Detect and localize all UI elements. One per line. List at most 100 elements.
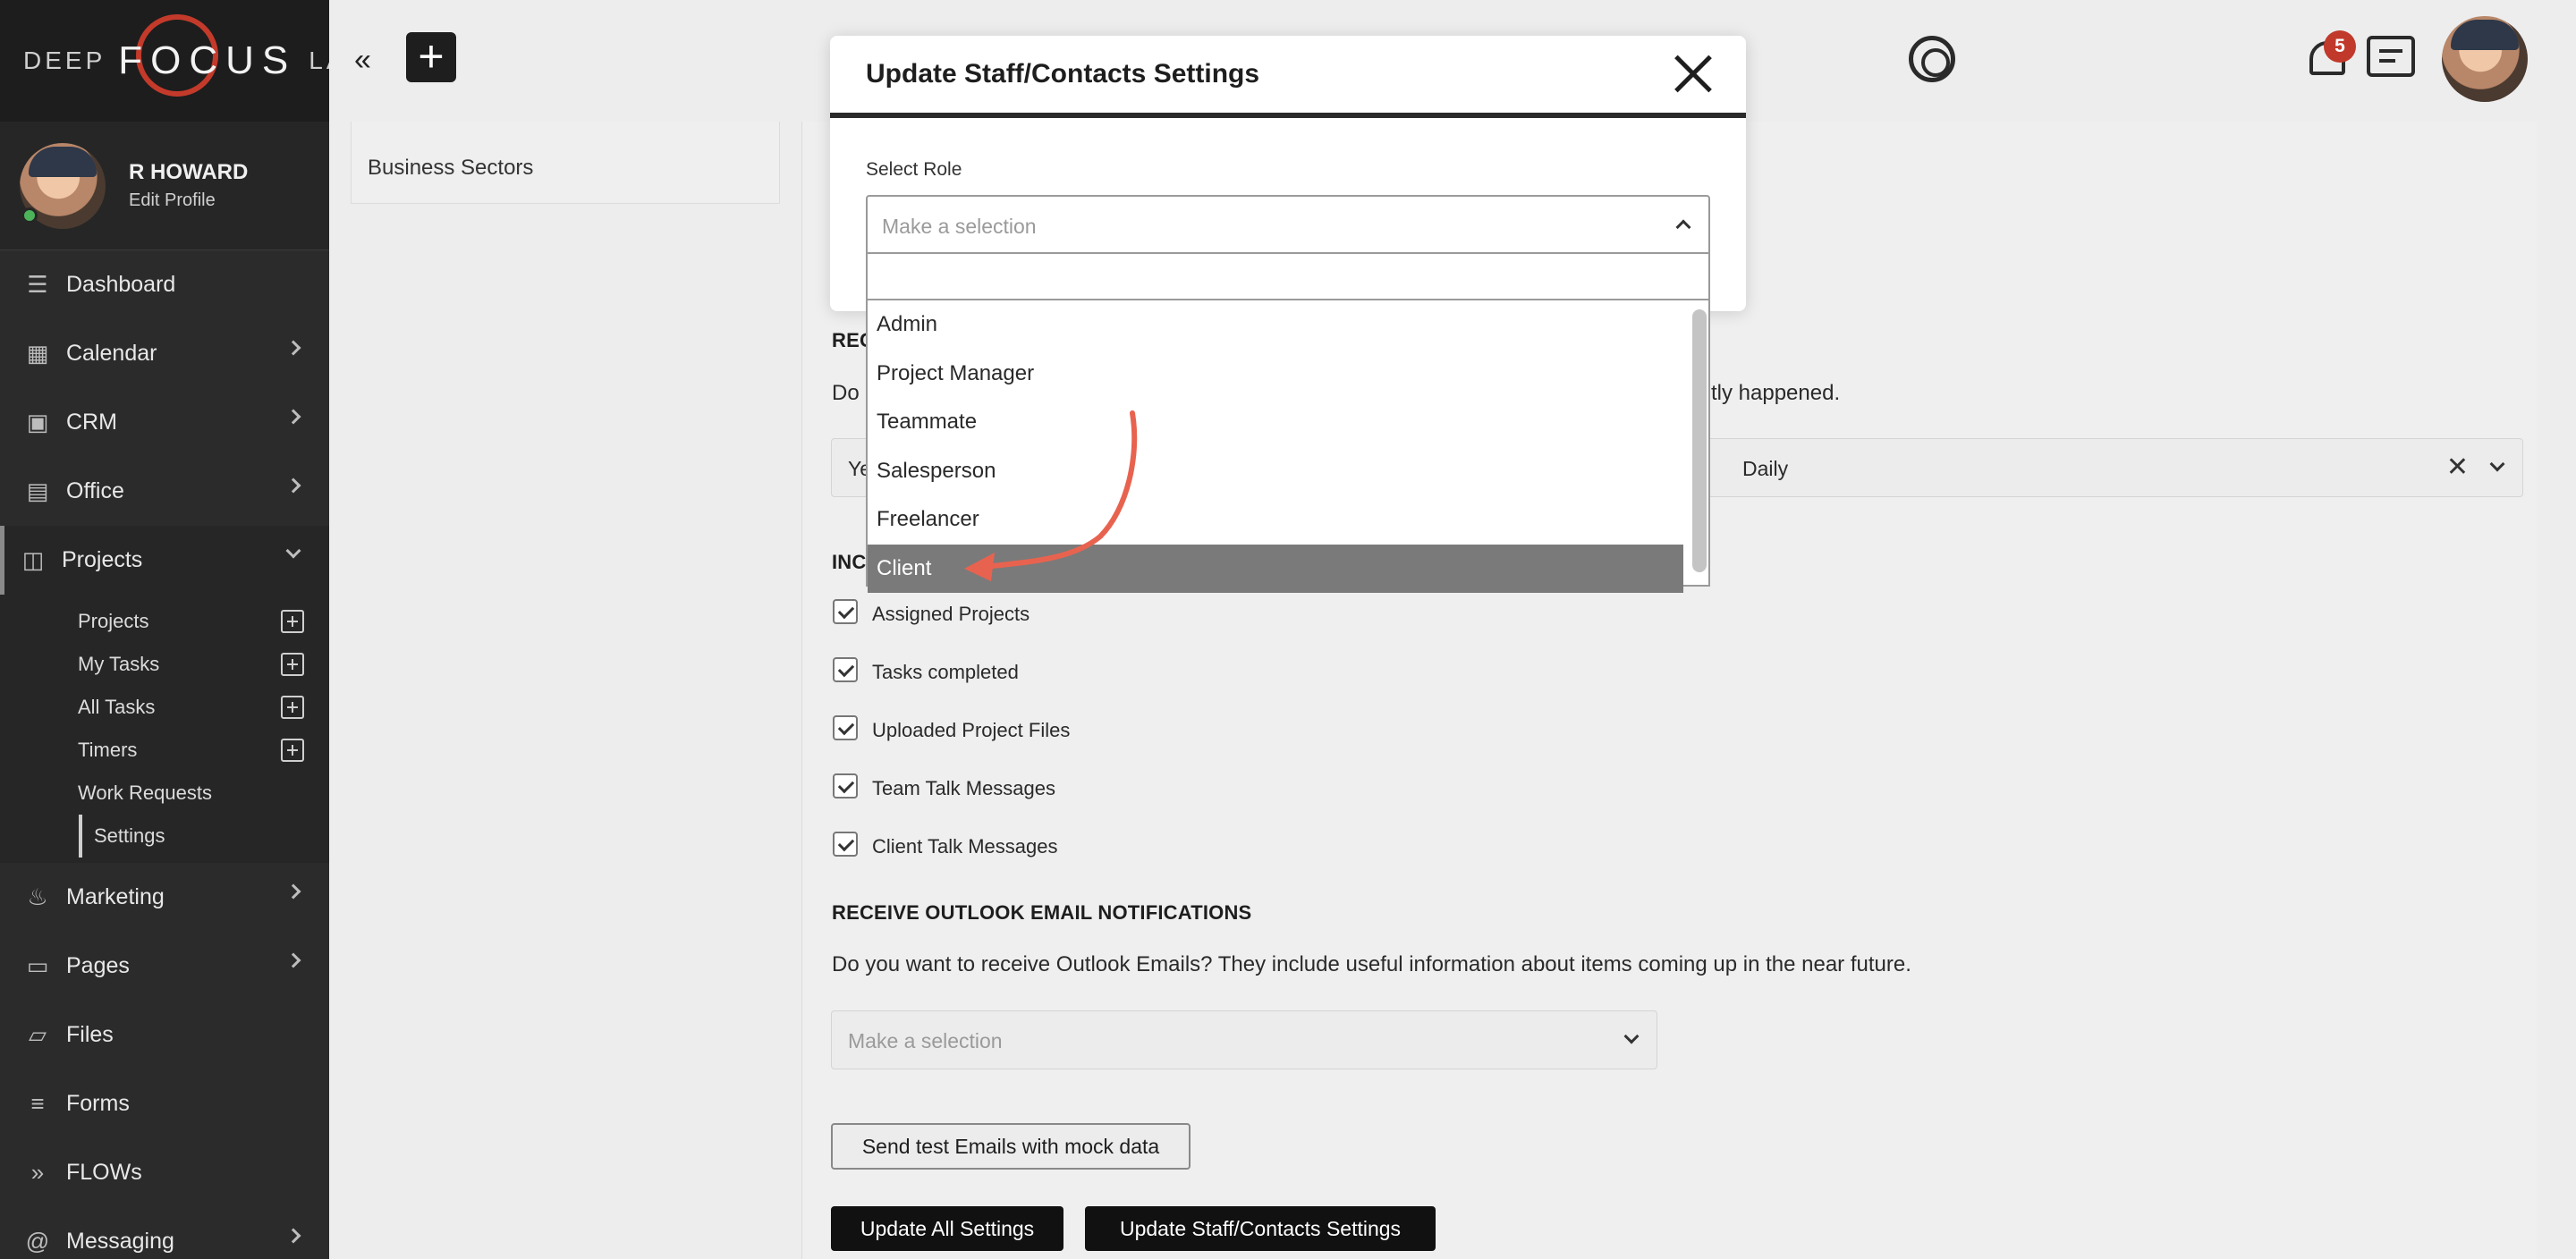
sub-item-label: Work Requests <box>78 782 212 804</box>
sub-item-label: My Tasks <box>78 653 160 675</box>
section-desc-end: tly happened. <box>1711 381 1841 405</box>
nav-label: Pages <box>66 953 130 978</box>
brand-logo[interactable]: DEEP FOCUS LABS <box>0 0 384 122</box>
nav-projects[interactable]: ◫ Projects <box>0 526 329 595</box>
sub-item-label: Timers <box>78 739 138 761</box>
checkbox-client-talk[interactable] <box>833 832 858 857</box>
messages-icon[interactable] <box>2367 36 2415 77</box>
modal-header: Update Staff/Contacts Settings <box>830 36 1746 118</box>
logo-text-deep: DEEP <box>23 46 106 74</box>
sub-item-label: All Tasks <box>78 696 156 718</box>
role-field-label: Select Role <box>866 159 962 180</box>
role-option-teammate[interactable]: Teammate <box>868 398 1683 447</box>
folder-icon: ▱ <box>29 1021 47 1048</box>
add-project-icon[interactable] <box>281 610 304 633</box>
role-option-project-manager[interactable]: Project Manager <box>868 350 1683 399</box>
projects-submenu: Projects My Tasks All Tasks Timers Work … <box>0 595 329 863</box>
profile-name: R HOWARD <box>129 160 249 184</box>
user-avatar-menu[interactable] <box>2442 16 2528 102</box>
profile-block: R HOWARD Edit Profile <box>0 122 329 250</box>
nav-forms[interactable]: ≡ Forms <box>0 1069 329 1138</box>
role-option-salesperson[interactable]: Salesperson <box>868 447 1683 496</box>
checkbox-tasks-completed[interactable] <box>833 657 858 682</box>
nav-crm[interactable]: ▣ CRM <box>0 388 329 457</box>
avatar[interactable] <box>20 142 106 229</box>
online-status-dot <box>21 207 38 224</box>
nav-files[interactable]: ▱ Files <box>0 1001 329 1069</box>
nav-office[interactable]: ▤ Office <box>0 457 329 526</box>
checkbox-team-talk[interactable] <box>833 773 858 798</box>
chevron-right-icon <box>285 883 301 900</box>
nav-label: Marketing <box>66 884 165 909</box>
nav-calendar[interactable]: ▦ Calendar <box>0 319 329 388</box>
section-desc-start: Do <box>832 381 860 405</box>
nav-label: Forms <box>66 1091 130 1116</box>
add-task-icon[interactable] <box>281 696 304 719</box>
update-staff-settings-button[interactable]: Update Staff/Contacts Settings <box>1085 1206 1436 1251</box>
role-option-client[interactable]: Client <box>868 544 1683 593</box>
role-dropdown: Admin Project Manager Teammate Salespers… <box>866 254 1710 593</box>
update-all-settings-button[interactable]: Update All Settings <box>831 1206 1063 1251</box>
menu-lines-icon: ☰ <box>27 271 48 298</box>
role-select[interactable]: Make a selection <box>866 195 1710 254</box>
clear-selection-icon[interactable]: ✕ <box>2446 452 2469 483</box>
settings-nav-panel: Business Sectors <box>351 122 780 204</box>
office-building-icon: ▤ <box>26 477 49 504</box>
nav-label: Projects <box>62 547 143 572</box>
sub-item-work-requests[interactable]: Work Requests <box>0 772 329 815</box>
sub-item-my-tasks[interactable]: My Tasks <box>0 643 329 686</box>
role-search-input[interactable] <box>868 254 1708 300</box>
flows-chevrons-icon: » <box>30 1159 45 1186</box>
sub-item-settings[interactable]: Settings <box>0 815 329 858</box>
sub-item-projects[interactable]: Projects <box>0 600 329 643</box>
chevron-right-icon <box>285 409 301 425</box>
role-option-freelancer[interactable]: Freelancer <box>868 495 1683 545</box>
nav-messaging[interactable]: @ Messaging <box>0 1207 329 1259</box>
notification-badge: 5 <box>2324 30 2356 63</box>
settings-nav-business-sectors[interactable]: Business Sectors <box>368 156 533 181</box>
projects-board-icon: ◫ <box>21 546 45 573</box>
chevron-down-icon <box>285 543 301 559</box>
nav-label: FLOWs <box>66 1160 142 1185</box>
chevron-right-icon <box>285 952 301 968</box>
role-option-admin[interactable]: Admin <box>868 300 1683 350</box>
nav-label: Calendar <box>66 341 157 366</box>
quick-add-button[interactable]: + <box>406 32 456 82</box>
chevron-right-icon <box>285 477 301 494</box>
add-timer-icon[interactable] <box>281 739 304 762</box>
nav-pages[interactable]: ▭ Pages <box>0 932 329 1001</box>
frequency-select-value: Daily <box>1742 457 1789 480</box>
sidebar: DEEP FOCUS LABS R HOWARD Edit Profile ☰ … <box>0 0 384 1259</box>
flame-icon: ♨ <box>27 883 48 910</box>
at-sign-icon: @ <box>25 1228 50 1255</box>
nav-label: Dashboard <box>66 272 176 297</box>
send-test-emails-button[interactable]: Send test Emails with mock data <box>831 1123 1191 1170</box>
add-my-task-icon[interactable] <box>281 653 304 676</box>
sub-item-label: Settings <box>94 824 165 847</box>
outlook-select-placeholder: Make a selection <box>848 1029 1003 1052</box>
modal-title: Update Staff/Contacts Settings <box>866 59 1260 89</box>
nav-marketing[interactable]: ♨ Marketing <box>0 863 329 932</box>
sub-item-timers[interactable]: Timers <box>0 729 329 772</box>
checkbox-label: Team Talk Messages <box>872 777 1056 799</box>
checkbox-assigned-projects[interactable] <box>833 599 858 624</box>
contact-card-icon: ▣ <box>26 409 49 435</box>
pages-icon: ▭ <box>26 952 49 979</box>
nav-dashboard[interactable]: ☰ Dashboard <box>0 250 329 319</box>
dropdown-scrollbar[interactable] <box>1692 309 1707 572</box>
sub-item-all-tasks[interactable]: All Tasks <box>0 686 329 729</box>
section-heading-partial: INC <box>832 551 867 573</box>
nav-flows[interactable]: » FLOWs <box>0 1138 329 1207</box>
outlook-select[interactable]: Make a selection <box>831 1010 1657 1069</box>
close-icon[interactable] <box>1673 54 1714 95</box>
edit-profile-link[interactable]: Edit Profile <box>129 190 248 211</box>
chevron-right-icon <box>285 340 301 356</box>
chevron-up-icon <box>1675 219 1691 235</box>
nav-label: Office <box>66 478 124 503</box>
nav-label: CRM <box>66 410 117 435</box>
checkbox-label: Tasks completed <box>872 661 1019 683</box>
collapse-sidebar-icon[interactable]: « <box>354 43 371 78</box>
nav-label: Messaging <box>66 1229 174 1254</box>
checkbox-uploaded-files[interactable] <box>833 715 858 740</box>
help-lifebuoy-icon[interactable] <box>1909 36 1955 82</box>
